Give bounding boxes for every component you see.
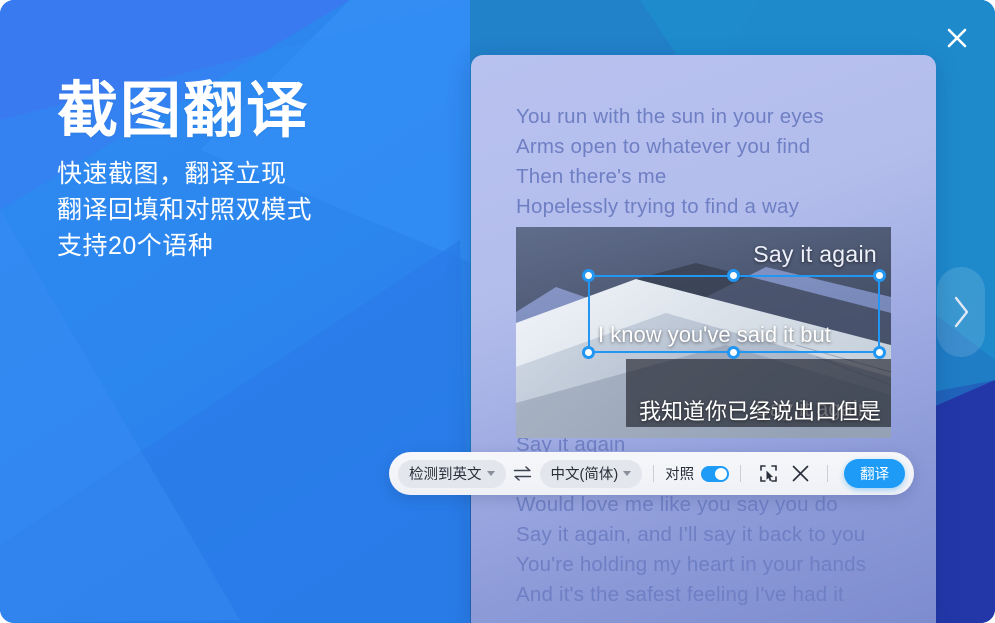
target-language-label: 中文(简体): [551, 463, 619, 484]
reselect-region-button[interactable]: [755, 461, 781, 487]
selection-handle-bottom-middle[interactable]: [727, 346, 740, 359]
target-language-select[interactable]: 中文(简体): [540, 460, 643, 488]
translation-toolbar: 检测到英文 中文(简体) 对照: [389, 452, 914, 495]
compare-mode-label: 对照: [665, 463, 694, 484]
toolbar-divider: [740, 465, 741, 482]
app-preview-panel: You run with the sun in your eyes Arms o…: [471, 55, 936, 623]
chevron-down-icon: [487, 471, 495, 476]
cancel-capture-button[interactable]: [787, 461, 813, 487]
toolbar-divider: [827, 465, 828, 482]
selection-handle-bottom-right[interactable]: [873, 346, 886, 359]
carousel-next-button[interactable]: [937, 267, 985, 357]
swap-horizontal-icon: [513, 466, 532, 481]
lyrics-text-top: You run with the sun in your eyes Arms o…: [516, 102, 936, 222]
promo-subtitle: 快速截图，翻译立现 翻译回填和对照双模式 支持20个语种: [57, 156, 457, 264]
reselect-region-icon: [759, 464, 778, 483]
source-language-label: 检测到英文: [409, 463, 482, 484]
selection-handle-top-right[interactable]: [873, 269, 886, 282]
promo-copy: 截图翻译 快速截图，翻译立现 翻译回填和对照双模式 支持20个语种: [57, 78, 457, 264]
selection-rectangle[interactable]: I know you've said it but Say it again: [588, 275, 880, 353]
translated-lines: 我知道你已经说出口但是 还是想听你说: [634, 362, 881, 438]
close-icon: [944, 25, 970, 51]
compare-mode-control[interactable]: 对照: [665, 463, 729, 484]
promo-window: 截图翻译 快速截图，翻译立现 翻译回填和对照双模式 支持20个语种 You ru…: [0, 0, 995, 623]
page-title: 截图翻译: [57, 78, 457, 144]
close-icon: [791, 464, 810, 483]
translate-button[interactable]: 翻译: [844, 459, 905, 488]
swap-languages-button[interactable]: [509, 460, 537, 488]
chevron-down-icon: [623, 471, 631, 476]
translate-button-label: 翻译: [860, 463, 889, 484]
source-language-select[interactable]: 检测到英文: [398, 460, 506, 488]
translated-line1: 我知道你已经说出口但是: [639, 399, 881, 424]
toolbar-divider: [653, 465, 654, 482]
chevron-right-icon: [951, 295, 971, 329]
selection-handle-top-left[interactable]: [582, 269, 595, 282]
captured-line-above: Say it again: [753, 241, 877, 268]
window-close-button[interactable]: [941, 22, 973, 54]
selection-handle-top-middle[interactable]: [727, 269, 740, 282]
selection-handle-bottom-left[interactable]: [582, 346, 595, 359]
translated-text-overlay: 我知道你已经说出口但是 还是想听你说: [626, 359, 891, 427]
captured-image-region: Say it again I know you've said it but S…: [516, 227, 891, 438]
compare-mode-toggle[interactable]: [701, 466, 729, 482]
